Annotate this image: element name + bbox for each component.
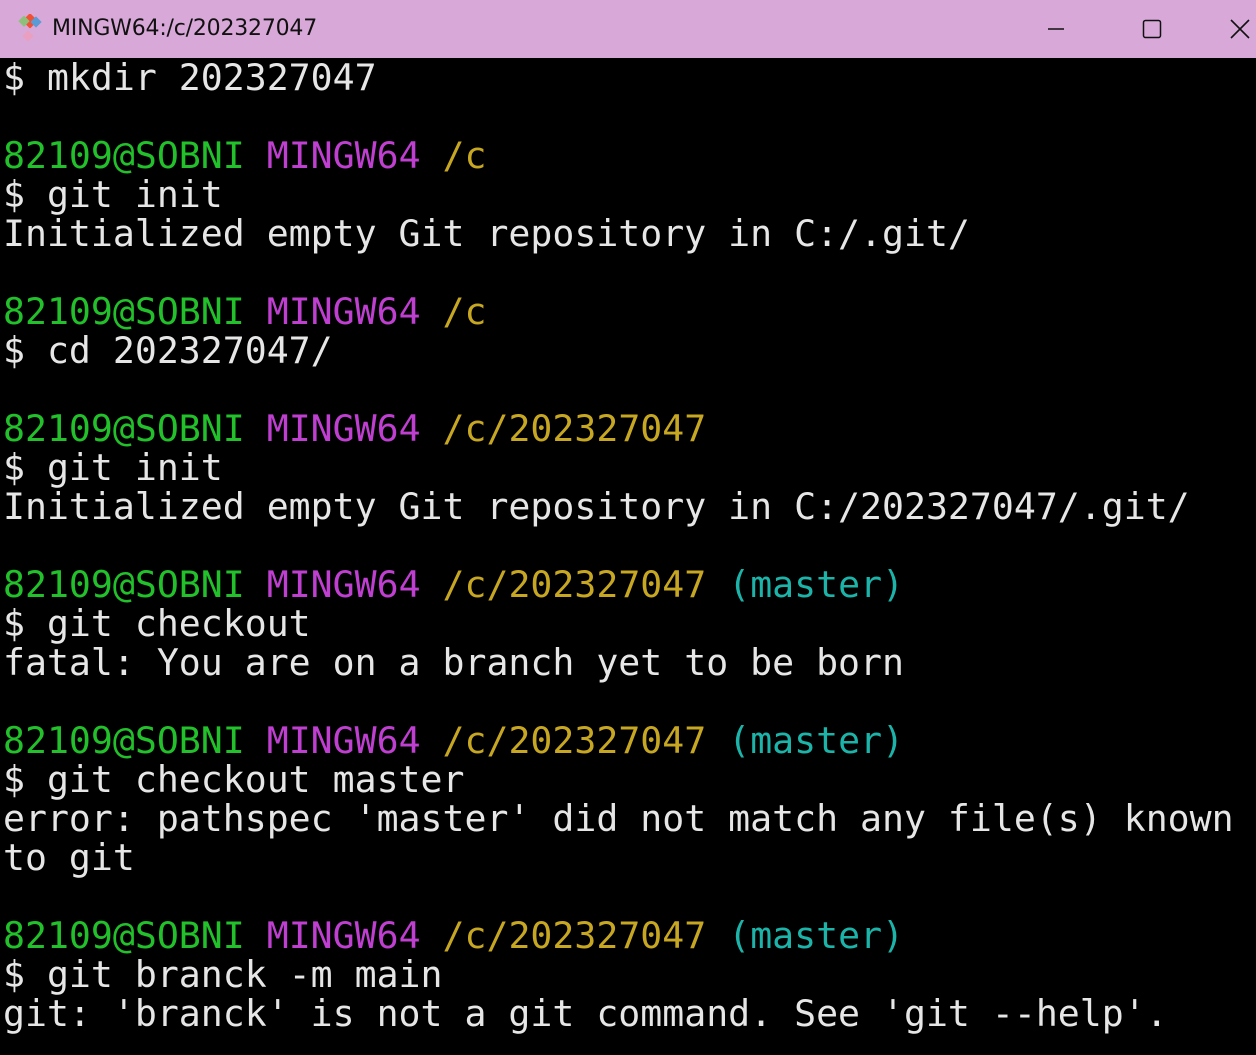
output-line: error: pathspec 'master' did not match a… <box>3 797 1234 840</box>
prompt-line: 82109@SOBNI MINGW64 /c/202327047 (master… <box>3 721 1256 760</box>
command-line: $ cd 202327047/ <box>3 329 333 372</box>
prompt-user-host: 82109@SOBNI <box>3 719 245 762</box>
output-line: to git <box>3 836 135 879</box>
close-button[interactable] <box>1200 0 1256 58</box>
output-line: Initialized empty Git repository in C:/.… <box>3 212 970 255</box>
maximize-button[interactable] <box>1112 0 1192 58</box>
command-line: $ mkdir 202327047 <box>3 58 377 99</box>
prompt-system: MINGW64 <box>266 134 421 177</box>
minimize-button[interactable] <box>1016 0 1096 58</box>
output-line: Initialized empty Git repository in C:/2… <box>3 485 1190 528</box>
output-line: fatal: You are on a branch yet to be bor… <box>3 641 904 684</box>
git-bash-icon <box>18 14 42 42</box>
prompt-line: 82109@SOBNI MINGW64 /c/202327047 (master… <box>3 565 1256 604</box>
minimize-icon <box>1048 28 1064 30</box>
prompt-system: MINGW64 <box>266 914 421 957</box>
prompt-path: /c <box>442 134 487 177</box>
output-line: git: 'branck' is not a git command. See … <box>3 992 1168 1035</box>
prompt-line: 82109@SOBNI MINGW64 /c/202327047 <box>3 409 1256 448</box>
prompt-line: 82109@SOBNI MINGW64 /c/202327047 (master… <box>3 916 1256 955</box>
prompt-system: MINGW64 <box>266 719 421 762</box>
window-title: MINGW64:/c/202327047 <box>52 16 318 41</box>
prompt-user-host: 82109@SOBNI <box>3 563 245 606</box>
command-line: $ git checkout master <box>3 758 465 801</box>
prompt-system: MINGW64 <box>266 407 421 450</box>
prompt-branch: (master) <box>728 914 905 957</box>
prompt-user-host: 82109@SOBNI <box>3 914 245 957</box>
command-line: $ git init <box>3 173 223 216</box>
prompt-user-host: 82109@SOBNI <box>3 134 245 177</box>
close-icon <box>1230 19 1250 39</box>
prompt-user-host: 82109@SOBNI <box>3 290 245 333</box>
prompt-system: MINGW64 <box>266 563 421 606</box>
prompt-branch: (master) <box>728 719 905 762</box>
title-bar[interactable]: MINGW64:/c/202327047 <box>0 0 1256 58</box>
prompt-path: /c <box>442 290 487 333</box>
prompt-branch: (master) <box>728 563 905 606</box>
maximize-icon <box>1142 19 1162 39</box>
terminal-window: MINGW64:/c/202327047 $ mkdir 202327047 82… <box>0 0 1256 1055</box>
command-line: $ git init <box>3 446 223 489</box>
prompt-user-host: 82109@SOBNI <box>3 407 245 450</box>
terminal-output[interactable]: $ mkdir 202327047 82109@SOBNI MINGW64 /c $… <box>0 58 1256 1055</box>
prompt-path: /c/202327047 <box>442 563 707 606</box>
prompt-system: MINGW64 <box>266 290 421 333</box>
command-line: $ git checkout <box>3 602 311 645</box>
prompt-path: /c/202327047 <box>442 719 707 762</box>
prompt-line: 82109@SOBNI MINGW64 /c <box>3 136 1256 175</box>
prompt-path: /c/202327047 <box>442 407 707 450</box>
prompt-path: /c/202327047 <box>442 914 707 957</box>
prompt-line: 82109@SOBNI MINGW64 /c <box>3 292 1256 331</box>
command-line: $ git branck -m main <box>3 953 443 996</box>
